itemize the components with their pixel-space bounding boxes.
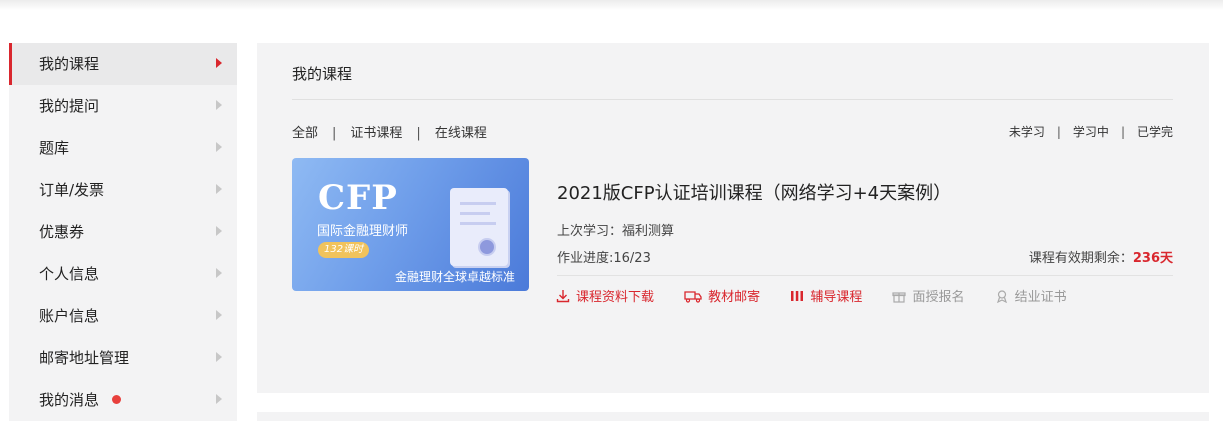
sidebar-item-label: 个人信息	[39, 265, 100, 283]
caret-right-icon	[216, 100, 222, 110]
filter-completed[interactable]: 已学完	[1137, 125, 1173, 139]
certificate-line	[460, 202, 496, 205]
caret-right-icon	[216, 184, 222, 194]
filter-all[interactable]: 全部	[292, 126, 318, 141]
action-label: 结业证书	[1014, 290, 1067, 305]
certificate-seal-icon	[478, 238, 496, 256]
truck-icon	[684, 290, 702, 303]
filter-in-progress[interactable]: 学习中	[1073, 125, 1109, 139]
thumbnail-brand: CFP	[318, 178, 398, 218]
next-panel-edge	[257, 412, 1209, 421]
action-label: 教材邮寄	[708, 290, 761, 305]
course-actions: 课程资料下载 教材邮寄 辅导课程 面授报名 结业证书	[556, 286, 1093, 307]
filter-online-courses[interactable]: 在线课程	[435, 126, 487, 141]
thumbnail-subtitle: 国际金融理财师	[317, 224, 409, 239]
caret-right-icon	[216, 394, 222, 404]
download-materials-button[interactable]: 课程资料下载	[556, 286, 654, 305]
sidebar-item-label: 订单/发票	[39, 181, 105, 199]
download-icon	[556, 289, 570, 302]
thumbnail-tagline: 金融理财全球卓越标准	[394, 270, 515, 284]
certificate-line	[460, 212, 490, 215]
sidebar-item-account[interactable]: 账户信息	[9, 295, 237, 337]
sidebar-item-label: 优惠券	[39, 223, 85, 241]
separator: |	[1056, 125, 1061, 139]
validity-label: 课程有效期剩余：	[1028, 251, 1133, 266]
sidebar-item-label: 我的课程	[39, 55, 100, 73]
sidebar-item-coupons[interactable]: 优惠券	[9, 211, 237, 253]
filter-not-started[interactable]: 未学习	[1009, 125, 1045, 139]
page-title: 我的课程	[292, 65, 353, 83]
sidebar-item-profile[interactable]: 个人信息	[9, 253, 237, 295]
top-shadow	[0, 0, 1223, 10]
caret-right-icon	[216, 58, 222, 68]
main-panel: 我的课程 全部 | 证书课程 | 在线课程 未学习 | 学习中 | 已学完 CFP 国际金融理财…	[257, 43, 1209, 393]
tutoring-courses-button[interactable]: 辅导课程	[790, 286, 862, 305]
textbook-mailing-button[interactable]: 教材邮寄	[684, 286, 760, 305]
sidebar-item-my-questions[interactable]: 我的提问	[9, 85, 237, 127]
thumbnail-hours-badge: 132课时	[318, 242, 370, 258]
caret-right-icon	[216, 226, 222, 236]
sidebar-item-label: 邮寄地址管理	[39, 349, 130, 367]
certificate-illustration-icon	[450, 188, 508, 266]
in-person-signup-button[interactable]: 面授报名	[892, 286, 964, 305]
bars-icon	[791, 290, 804, 301]
separator: |	[1120, 125, 1125, 139]
sidebar-item-address[interactable]: 邮寄地址管理	[9, 337, 237, 379]
action-label: 课程资料下载	[576, 290, 655, 305]
divider	[292, 99, 1173, 100]
certificate-line	[460, 222, 496, 225]
last-study: 上次学习：福利测算	[557, 224, 675, 239]
caret-right-icon	[216, 268, 222, 278]
completion-certificate-button[interactable]: 结业证书	[995, 286, 1067, 305]
filter-certificate-courses[interactable]: 证书课程	[350, 126, 402, 141]
validity-remaining: 课程有效期剩余：236天	[1029, 247, 1173, 266]
homework-progress: 作业进度:16/23	[557, 251, 651, 266]
action-label: 面授报名	[912, 290, 965, 305]
caret-right-icon	[216, 310, 222, 320]
separator: |	[332, 126, 337, 141]
unread-dot-icon	[111, 395, 121, 404]
sidebar-item-messages[interactable]: 我的消息	[9, 379, 237, 421]
sidebar-item-label: 我的提问	[39, 97, 100, 115]
course-title[interactable]: 2021版CFP认证培训课程（网络学习+4天案例）	[557, 179, 951, 205]
sidebar-item-my-courses[interactable]: 我的课程	[9, 43, 237, 85]
study-status-filter: 未学习 | 学习中 | 已学完	[1009, 123, 1173, 140]
sidebar-item-label: 题库	[39, 139, 70, 157]
sidebar-item-orders[interactable]: 订单/发票	[9, 169, 237, 211]
gift-icon	[892, 291, 907, 303]
sidebar-item-question-bank[interactable]: 题库	[9, 127, 237, 169]
course-type-filter: 全部 | 证书课程 | 在线课程	[292, 122, 487, 141]
validity-days: 236天	[1132, 251, 1173, 266]
action-label: 辅导课程	[810, 290, 863, 305]
divider	[557, 275, 1173, 276]
separator: |	[416, 126, 421, 141]
certificate-icon	[996, 289, 1007, 303]
caret-right-icon	[216, 142, 222, 152]
caret-right-icon	[216, 352, 222, 362]
sidebar-nav: 我的课程 我的提问 题库 订单/发票 优惠券 个人信息 账户信息 邮寄地址管理 …	[9, 43, 237, 421]
sidebar-item-label: 账户信息	[39, 307, 100, 325]
course-thumbnail[interactable]: CFP 国际金融理财师 132课时 金融理财全球卓越标准	[292, 158, 529, 291]
sidebar-item-label: 我的消息	[39, 391, 100, 409]
